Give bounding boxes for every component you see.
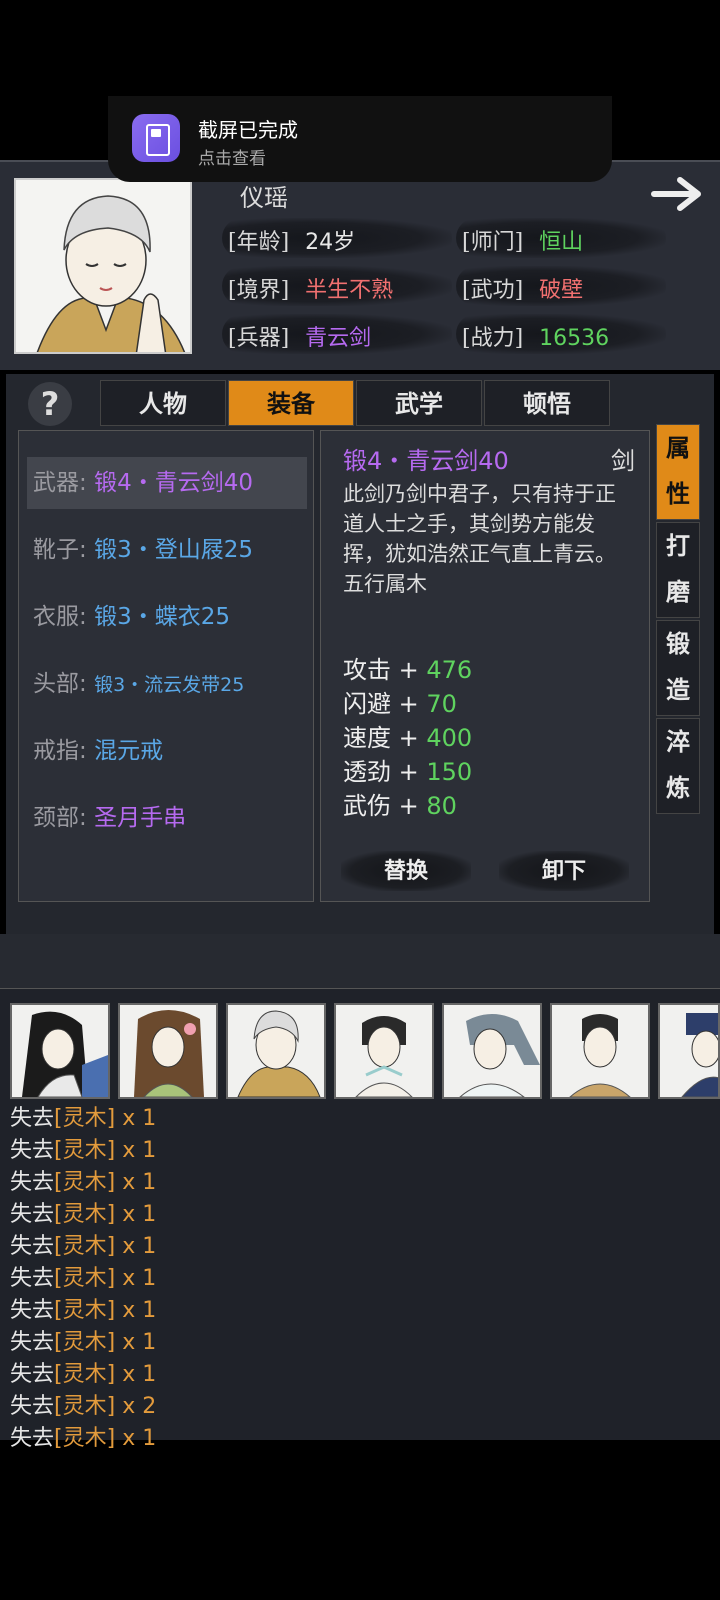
log-line: 失去[灵木] x 1 bbox=[10, 1106, 157, 1131]
stat-value: 恒山 bbox=[539, 230, 584, 255]
item-description: 此剑乃剑中君子，只有持于正道人士之手，其剑势方能发挥，犹如浩然正气直上青云。 五… bbox=[343, 479, 633, 599]
side-tab-temper[interactable]: 淬炼 bbox=[656, 718, 700, 814]
tab-equipment[interactable]: 装备 bbox=[228, 380, 354, 426]
party-member-5[interactable] bbox=[442, 1003, 542, 1099]
party-member-6[interactable] bbox=[550, 1003, 650, 1099]
stat-martial: [武功] 破壁 bbox=[462, 278, 584, 303]
item-description-text: 此剑乃剑中君子，只有持于正道人士之手，其剑势方能发挥，犹如浩然正气直上青云。 bbox=[343, 482, 616, 566]
item-stat-speed: 速度 + 400 bbox=[343, 724, 473, 752]
stat-age: [年龄] 24岁 bbox=[228, 230, 356, 255]
stat-value: 24岁 bbox=[305, 230, 356, 255]
log-line: 失去[灵木] x 1 bbox=[10, 1202, 157, 1227]
log-line: 失去[灵木] x 1 bbox=[10, 1266, 157, 1291]
slot-weapon[interactable]: 武器: 锻4・青云剑40 bbox=[27, 457, 307, 509]
stat-weapon: [兵器] 青云剑 bbox=[228, 326, 372, 351]
unequip-button[interactable]: 卸下 bbox=[499, 851, 629, 891]
log-line: 失去[灵木] x 1 bbox=[10, 1426, 157, 1451]
item-element: 五行属木 bbox=[343, 572, 427, 596]
character-portrait bbox=[14, 178, 192, 354]
item-stat-martial-damage: 武伤 + 80 bbox=[343, 792, 457, 820]
character-header: 仪瑶 [年龄] 24岁 [师门] 恒山 [境界] 半生不熟 [武功] 破壁 [兵器] 青云… bbox=[0, 160, 720, 370]
tab-martial-arts[interactable]: 武学 bbox=[356, 380, 482, 426]
party-member-3[interactable] bbox=[226, 1003, 326, 1099]
screenshot-icon bbox=[132, 114, 180, 162]
slot-clothes[interactable]: 衣服: 锻3・蝶衣25 bbox=[27, 591, 307, 643]
replace-button[interactable]: 替换 bbox=[341, 851, 471, 891]
slot-ring[interactable]: 戒指: 混元戒 bbox=[27, 725, 307, 777]
stat-value: 青云剑 bbox=[305, 326, 372, 351]
side-tab-forge[interactable]: 锻造 bbox=[656, 620, 700, 716]
stat-realm: [境界] 半生不熟 bbox=[228, 278, 394, 303]
stat-sect: [师门] 恒山 bbox=[462, 230, 584, 255]
slot-neck[interactable]: 颈部: 圣月手串 bbox=[27, 792, 307, 844]
tab-enlightenment[interactable]: 顿悟 bbox=[484, 380, 610, 426]
party-and-log-area: 失去[灵木] x 1 失去[灵木] x 1 失去[灵木] x 1 失去[灵木] … bbox=[0, 988, 720, 1451]
stat-value: 半生不熟 bbox=[305, 278, 394, 303]
stat-value: 破壁 bbox=[539, 278, 584, 303]
log-line: 失去[灵木] x 2 bbox=[10, 1394, 157, 1419]
slot-head[interactable]: 头部: 锻3・流云发带25 bbox=[27, 658, 307, 710]
item-stat-dodge: 闪避 + 70 bbox=[343, 690, 457, 718]
log-line: 失去[灵木] x 1 bbox=[10, 1298, 157, 1323]
side-tab-label: 属性 bbox=[666, 433, 690, 508]
party-member-7[interactable] bbox=[658, 1003, 720, 1099]
side-tab-attributes[interactable]: 属性 bbox=[656, 424, 700, 520]
log-line: 失去[灵木] x 1 bbox=[10, 1170, 157, 1195]
log-line: 失去[灵木] x 1 bbox=[10, 1234, 157, 1259]
tab-character[interactable]: 人物 bbox=[100, 380, 226, 426]
screenshot-notification[interactable]: 截屏已完成 点击查看 bbox=[108, 96, 612, 182]
item-stats: 攻击 + 476 闪避 + 70 速度 + 400 透劲 + 150 武伤 + … bbox=[343, 653, 633, 823]
side-tab-polish[interactable]: 打磨 bbox=[656, 522, 700, 618]
log-line: 失去[灵木] x 1 bbox=[10, 1362, 157, 1387]
item-detail-panel: 锻4・青云剑40 剑 此剑乃剑中君子，只有持于正道人士之手，其剑势方能发挥，犹如… bbox=[320, 430, 650, 902]
party-member-4[interactable] bbox=[334, 1003, 434, 1099]
slot-boots[interactable]: 靴子: 锻3・登山屐25 bbox=[27, 524, 307, 576]
panel-divider bbox=[0, 934, 720, 988]
notification-title: 截屏已完成 bbox=[198, 118, 298, 142]
side-tab-label: 打磨 bbox=[666, 531, 690, 606]
equipment-panel: ? 人物 装备 武学 顿悟 武器: 锻4・青云剑40 靴子: 锻3・登山屐25 … bbox=[6, 374, 714, 934]
notification-subtitle: 点击查看 bbox=[198, 149, 266, 169]
equipment-slot-list: 武器: 锻4・青云剑40 靴子: 锻3・登山屐25 衣服: 锻3・蝶衣25 头部… bbox=[18, 430, 314, 902]
question-mark-icon[interactable]: ? bbox=[28, 382, 72, 426]
item-title: 锻4・青云剑40 bbox=[343, 447, 509, 475]
log-line: 失去[灵木] x 1 bbox=[10, 1330, 157, 1355]
party-member-2[interactable] bbox=[118, 1003, 218, 1099]
next-character-arrow-icon[interactable] bbox=[650, 172, 708, 216]
log-line: 失去[灵木] x 1 bbox=[10, 1138, 157, 1163]
item-type: 剑 bbox=[611, 447, 635, 475]
item-loss-log: 失去[灵木] x 1 失去[灵木] x 1 失去[灵木] x 1 失去[灵木] … bbox=[10, 1103, 156, 1455]
stat-power: [战力] 16536 bbox=[462, 326, 610, 351]
party-member-1[interactable] bbox=[10, 1003, 110, 1099]
side-tab-label: 锻造 bbox=[666, 629, 690, 704]
item-stat-penetration: 透劲 + 150 bbox=[343, 758, 473, 786]
character-name: 仪瑶 bbox=[240, 184, 288, 212]
item-stat-attack: 攻击 + 476 bbox=[343, 656, 473, 684]
side-tab-label: 淬炼 bbox=[666, 727, 690, 802]
stat-value: 16536 bbox=[539, 326, 610, 351]
